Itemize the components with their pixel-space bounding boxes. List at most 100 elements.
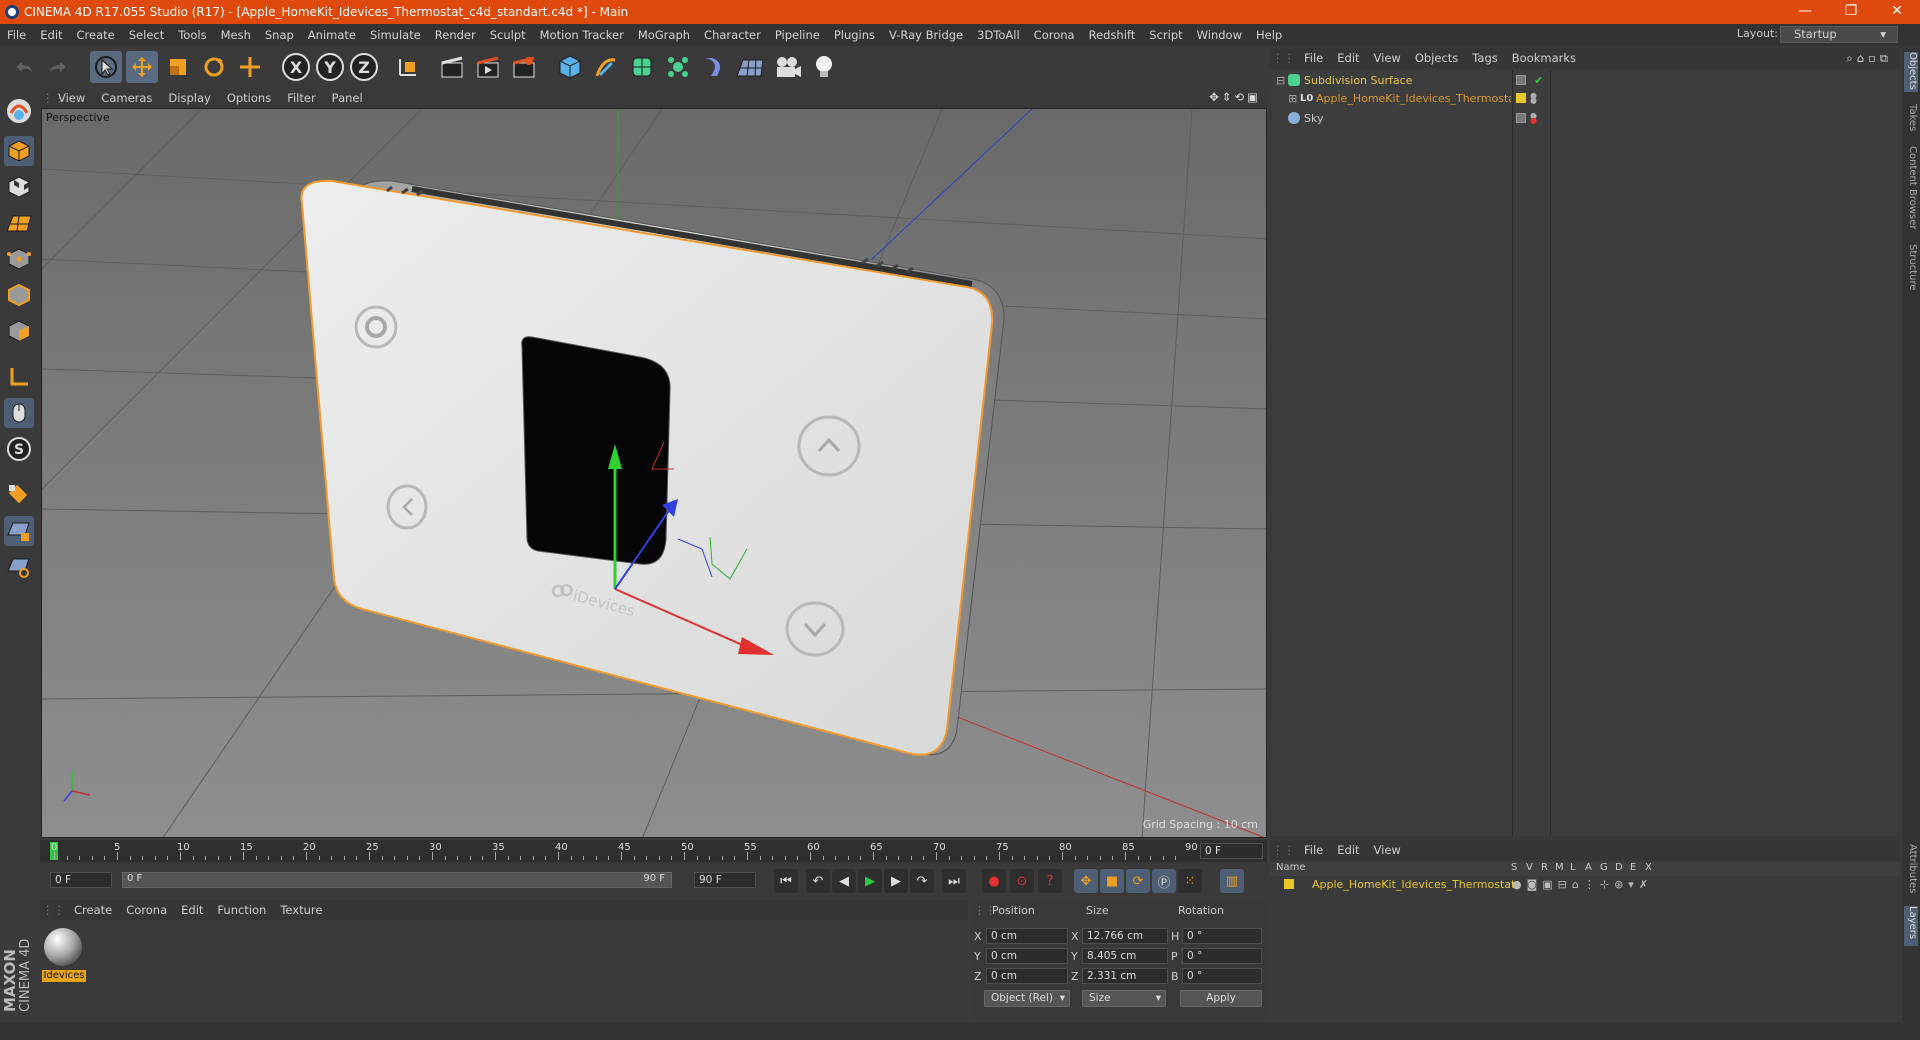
tab-takes[interactable]: Takes <box>1904 104 1918 138</box>
viewport-menu-display[interactable]: Display <box>160 91 218 105</box>
material-menu-function[interactable]: Function <box>210 903 273 917</box>
scale-tool-button[interactable] <box>162 51 194 83</box>
menu-plugins[interactable]: Plugins <box>827 28 882 42</box>
cloner-button[interactable] <box>662 51 694 83</box>
rot-h-field[interactable]: 0 ° <box>1182 928 1262 944</box>
apply-button[interactable]: Apply <box>1180 990 1262 1007</box>
visibility-dots-icon[interactable]: ● ● <box>1530 112 1537 125</box>
pen-spline-button[interactable] <box>590 51 622 83</box>
cube-button[interactable] <box>554 51 586 83</box>
menu-create[interactable]: Create <box>70 28 122 42</box>
record-parameter-button[interactable]: Ⓟ <box>1152 869 1176 893</box>
tab-attributes[interactable]: Attributes <box>1904 844 1918 900</box>
edges-mode-button[interactable] <box>4 280 34 310</box>
size-mode-select[interactable]: Size ▾ <box>1082 990 1166 1007</box>
menu-snap[interactable]: Snap <box>258 28 301 42</box>
planar-workplane-button[interactable] <box>4 552 34 582</box>
material-name-label[interactable]: Idevices <box>42 970 86 982</box>
layer-color-swatch[interactable] <box>1284 879 1294 889</box>
menu-corona[interactable]: Corona <box>1027 28 1082 42</box>
layers-menu-edit[interactable]: Edit <box>1330 843 1366 857</box>
timeline-window-button[interactable]: ▥ <box>1220 869 1244 893</box>
tweak-mode-button[interactable] <box>4 398 34 428</box>
object-row-sky[interactable]: Sky ● ● <box>1272 108 1898 128</box>
menu-redshift[interactable]: Redshift <box>1082 28 1143 42</box>
minimize-button[interactable]: — <box>1782 0 1828 24</box>
coordinate-mode-select[interactable]: Object (Rel) ▾ <box>984 990 1070 1007</box>
restore-button[interactable]: ❐ <box>1828 0 1874 24</box>
coordinate-system-button[interactable] <box>392 51 424 83</box>
start-frame-field[interactable]: 0 F <box>50 872 112 888</box>
timeline-ruler[interactable]: 0 5 10 15 20 25 30 35 40 45 50 55 60 65 70 75 80 85 90 0 F <box>40 840 1267 862</box>
previous-frame-button[interactable]: ◀ <box>832 869 856 893</box>
layer-row[interactable]: Apple_HomeKit_Idevices_Thermostat ●◙▣⊟⌂⋮… <box>1270 877 1900 893</box>
light-button[interactable] <box>808 51 840 83</box>
points-mode-button[interactable] <box>4 244 34 274</box>
menu-tools[interactable]: Tools <box>171 28 213 42</box>
size-x-field[interactable]: 12.766 cm <box>1082 928 1168 944</box>
menu-window[interactable]: Window <box>1190 28 1249 42</box>
model-mode-button[interactable] <box>4 136 34 166</box>
render-to-picture-viewer-button[interactable] <box>472 51 504 83</box>
next-frame-button[interactable]: ▶ <box>884 869 908 893</box>
perspective-viewport[interactable]: iDevices Perspective Grid Spacing : 10 c… <box>41 108 1267 838</box>
rotate-tool-button[interactable] <box>198 51 230 83</box>
render-view-button[interactable] <box>436 51 468 83</box>
menu-motion-tracker[interactable]: Motion Tracker <box>533 28 631 42</box>
redo-button[interactable] <box>42 51 74 83</box>
camera-button[interactable] <box>772 51 804 83</box>
objects-menu-view[interactable]: View <box>1367 51 1408 65</box>
viewport-menu-filter[interactable]: Filter <box>279 91 323 105</box>
menu-help[interactable]: Help <box>1249 28 1289 42</box>
material-menu-create[interactable]: Create <box>67 903 119 917</box>
viewport-menu-view[interactable]: View <box>50 91 93 105</box>
layer-flag-icons[interactable]: ●◙▣⊟⌂⋮⊹⊛▾✗ <box>1512 878 1653 891</box>
material-menu-texture[interactable]: Texture <box>273 903 329 917</box>
magnet-button[interactable] <box>4 480 34 510</box>
menu-animate[interactable]: Animate <box>301 28 363 42</box>
z-axis-button[interactable]: Z <box>348 51 380 83</box>
size-y-field[interactable]: 8.405 cm <box>1082 948 1168 964</box>
size-z-field[interactable]: 2.331 cm <box>1082 968 1168 984</box>
move-tool-button[interactable] <box>126 51 158 83</box>
objects-menu-objects[interactable]: Objects <box>1408 51 1465 65</box>
texture-mode-button[interactable] <box>4 172 34 202</box>
snap-button[interactable]: S <box>4 434 34 464</box>
y-axis-button[interactable]: Y <box>314 51 346 83</box>
rot-b-field[interactable]: 0 ° <box>1182 968 1262 984</box>
live-selection-button[interactable] <box>90 51 122 83</box>
objects-menu-tags[interactable]: Tags <box>1465 51 1504 65</box>
current-frame-field[interactable]: 0 F <box>1200 843 1263 859</box>
previous-key-button[interactable]: ↶ <box>806 869 830 893</box>
close-button[interactable]: ✕ <box>1874 0 1920 24</box>
pos-z-field[interactable]: 0 cm <box>986 968 1068 984</box>
objects-menu-edit[interactable]: Edit <box>1330 51 1366 65</box>
layers-menu-file[interactable]: File <box>1297 843 1330 857</box>
tab-content-browser[interactable]: Content Browser <box>1904 146 1918 236</box>
autokey-button[interactable]: ⊙ <box>1010 869 1034 893</box>
record-position-button[interactable]: ✥ <box>1074 869 1098 893</box>
record-keys-button[interactable]: ● <box>982 869 1006 893</box>
record-scale-button[interactable]: ■ <box>1100 869 1124 893</box>
visibility-dots-icon[interactable]: ● ● <box>1530 92 1537 105</box>
x-axis-button[interactable]: X <box>280 51 312 83</box>
menu-mesh[interactable]: Mesh <box>214 28 258 42</box>
viewport-navigation-icons[interactable]: ✥⇕⟲▣ <box>1209 90 1261 104</box>
goto-start-button[interactable]: ⏮ <box>774 869 798 893</box>
next-key-button[interactable]: ↷ <box>910 869 934 893</box>
menu-file[interactable]: File <box>0 28 33 42</box>
objects-menu-bookmarks[interactable]: Bookmarks <box>1505 51 1583 65</box>
object-row-thermostat[interactable]: ⊞ L0 Apple_HomeKit_Idevices_Thermostat ●… <box>1272 88 1898 108</box>
menu-3dtoall[interactable]: 3DToAll <box>970 28 1027 42</box>
viewport-menu-panel[interactable]: Panel <box>324 91 371 105</box>
play-button[interactable]: ▶ <box>858 869 882 893</box>
axis-mode-button[interactable] <box>4 362 34 392</box>
enabled-check-icon[interactable]: ✔ <box>1534 74 1543 87</box>
menu-edit[interactable]: Edit <box>33 28 69 42</box>
pos-x-field[interactable]: 0 cm <box>986 928 1068 944</box>
tab-layers[interactable]: Layers <box>1904 906 1918 946</box>
end-frame-field[interactable]: 90 F <box>694 872 756 888</box>
pos-y-field[interactable]: 0 cm <box>986 948 1068 964</box>
object-row-subdivision[interactable]: ⊟ Subdivision Surface ✔ <box>1272 70 1898 90</box>
workplane-mode-button[interactable] <box>4 208 34 238</box>
